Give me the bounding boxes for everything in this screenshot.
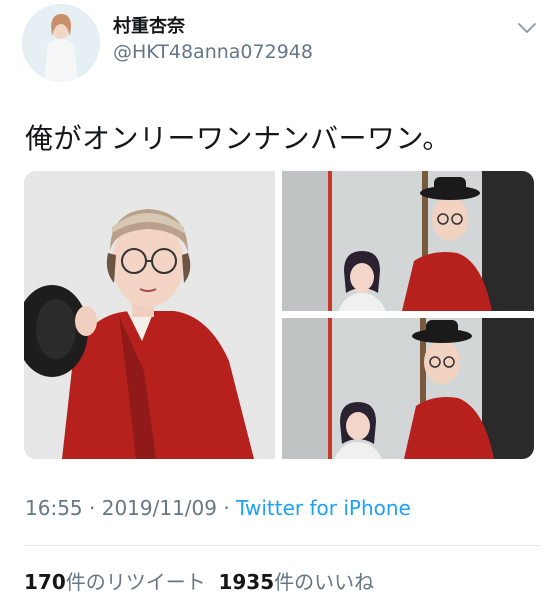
tweet-photo-2[interactable] — [282, 171, 534, 311]
tweet-source-link[interactable]: Twitter for iPhone — [236, 496, 411, 520]
tweet-photo-1[interactable] — [24, 171, 275, 459]
tweet-date[interactable]: 2019/11/09 — [102, 496, 217, 520]
tweet-text: 俺がオンリーワンナンバーワン。 — [25, 122, 451, 155]
chevron-down-icon[interactable] — [515, 16, 539, 40]
divider — [24, 545, 539, 546]
retweet-label: 件のリツイート — [65, 570, 206, 594]
avatar-image — [22, 4, 100, 82]
tweet-photo-3[interactable] — [282, 318, 534, 459]
tweet-timestamp: 16:55 · 2019/11/09 · Twitter for iPhone — [25, 496, 411, 520]
like-label: 件のいいね — [274, 570, 375, 594]
retweet-count: 170 — [24, 570, 66, 594]
display-name[interactable]: 村重杏奈 — [113, 12, 185, 38]
retweet-stat[interactable]: 170件のリツイート — [24, 570, 206, 594]
like-stat[interactable]: 1935件のいいね — [218, 570, 374, 594]
avatar[interactable] — [22, 4, 100, 82]
meta-separator: · — [82, 496, 102, 520]
user-handle[interactable]: @HKT48anna072948 — [113, 41, 313, 63]
tweet-stats: 170件のリツイート 1935件のいいね — [24, 566, 374, 595]
meta-separator: · — [217, 496, 237, 520]
media-grid — [24, 171, 534, 459]
tweet-time[interactable]: 16:55 — [25, 496, 83, 520]
like-count: 1935 — [218, 570, 275, 594]
